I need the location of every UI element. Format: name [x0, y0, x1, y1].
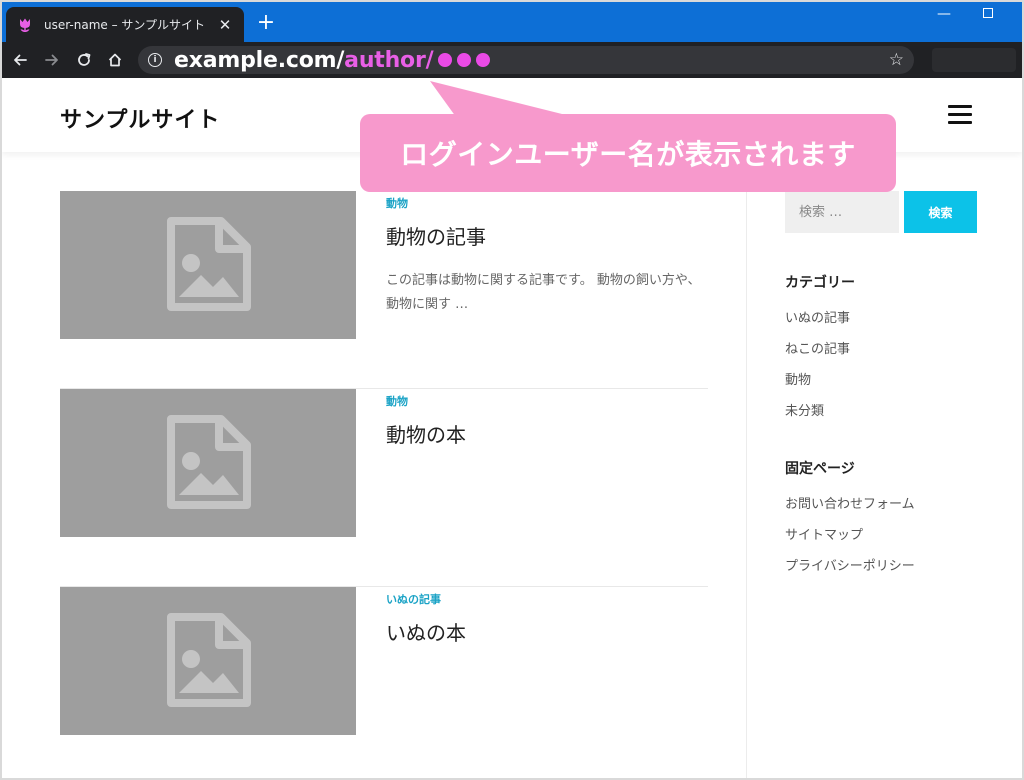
tab-close-icon[interactable]: ✕ [216, 16, 234, 34]
masked-username-dot [457, 53, 472, 67]
masked-username-dot [438, 53, 453, 67]
tab-title: user-name – サンプルサイト [44, 18, 206, 32]
search-button[interactable]: 検索 [904, 191, 977, 233]
home-icon [108, 53, 122, 67]
post-thumbnail[interactable] [60, 191, 356, 339]
url-path: author/ [344, 47, 434, 73]
category-link[interactable]: 未分類 [785, 400, 824, 419]
masked-username-dot [476, 53, 491, 67]
post-title[interactable]: 動物の記事 [386, 221, 486, 250]
page-link[interactable]: お問い合わせフォーム [785, 493, 915, 512]
post-category-link[interactable]: 動物 [386, 393, 408, 409]
main-content: 動物 動物の記事 この記事は動物に関する記事です。 動物の飼い方や、動物に関す … [2, 152, 1022, 778]
address-bar[interactable]: i example.com/ author/ ☆ [138, 46, 914, 74]
category-link[interactable]: ねこの記事 [785, 338, 850, 357]
star-icon[interactable]: ☆ [889, 50, 904, 70]
post-title[interactable]: 動物の本 [386, 419, 466, 448]
back-button[interactable] [8, 48, 32, 72]
site-title[interactable]: サンプルサイト [60, 102, 220, 134]
url-text: example.com/ author/ [174, 47, 491, 73]
post-card: 動物 動物の本 [60, 389, 708, 587]
home-button[interactable] [103, 48, 127, 72]
image-file-icon [167, 613, 251, 707]
search-input[interactable] [785, 191, 899, 233]
minimize-icon[interactable]: — [936, 6, 952, 22]
forward-button[interactable] [40, 48, 64, 72]
reload-icon [78, 53, 91, 66]
maximize-icon[interactable] [983, 8, 993, 18]
browser-tab-bar: user-name – サンプルサイト ✕ + — [2, 2, 1022, 42]
info-icon[interactable]: i [148, 53, 162, 67]
screenshot-frame: user-name – サンプルサイト ✕ + — i example.com/… [0, 0, 1024, 780]
new-tab-button[interactable]: + [254, 10, 278, 36]
browser-tab[interactable]: user-name – サンプルサイト ✕ [6, 7, 244, 42]
post-thumbnail[interactable] [60, 587, 356, 735]
image-file-icon [167, 217, 251, 311]
pages-heading: 固定ページ [785, 461, 855, 477]
column-divider [746, 152, 747, 778]
category-link[interactable]: 動物 [785, 369, 811, 388]
post-excerpt: この記事は動物に関する記事です。 動物の飼い方や、動物に関す … [386, 273, 701, 312]
post-card: 動物 動物の記事 この記事は動物に関する記事です。 動物の飼い方や、動物に関す … [60, 191, 708, 389]
tulip-icon [16, 16, 34, 34]
extensions-area [932, 48, 1016, 72]
page-link[interactable]: プライバシーポリシー [785, 555, 915, 574]
callout-text: ログインユーザー名が表示されます [400, 138, 856, 171]
post-category-link[interactable]: いぬの記事 [386, 591, 441, 607]
arrow-left-icon [14, 54, 27, 66]
category-link[interactable]: いぬの記事 [785, 307, 850, 326]
annotation-callout: ログインユーザー名が表示されます [360, 81, 896, 192]
url-host: example.com/ [174, 47, 345, 73]
callout-pointer [430, 81, 574, 117]
reload-button[interactable] [72, 48, 96, 72]
hamburger-icon[interactable] [948, 105, 972, 125]
browser-toolbar: i example.com/ author/ ☆ [2, 42, 1022, 78]
image-file-icon [167, 415, 251, 509]
categories-heading: カテゴリー [785, 275, 855, 291]
post-card: いぬの記事 いぬの本 [60, 587, 708, 778]
post-category-link[interactable]: 動物 [386, 195, 408, 211]
post-title[interactable]: いぬの本 [386, 617, 466, 646]
post-thumbnail[interactable] [60, 389, 356, 537]
arrow-right-icon [45, 54, 58, 66]
page-link[interactable]: サイトマップ [785, 524, 863, 543]
